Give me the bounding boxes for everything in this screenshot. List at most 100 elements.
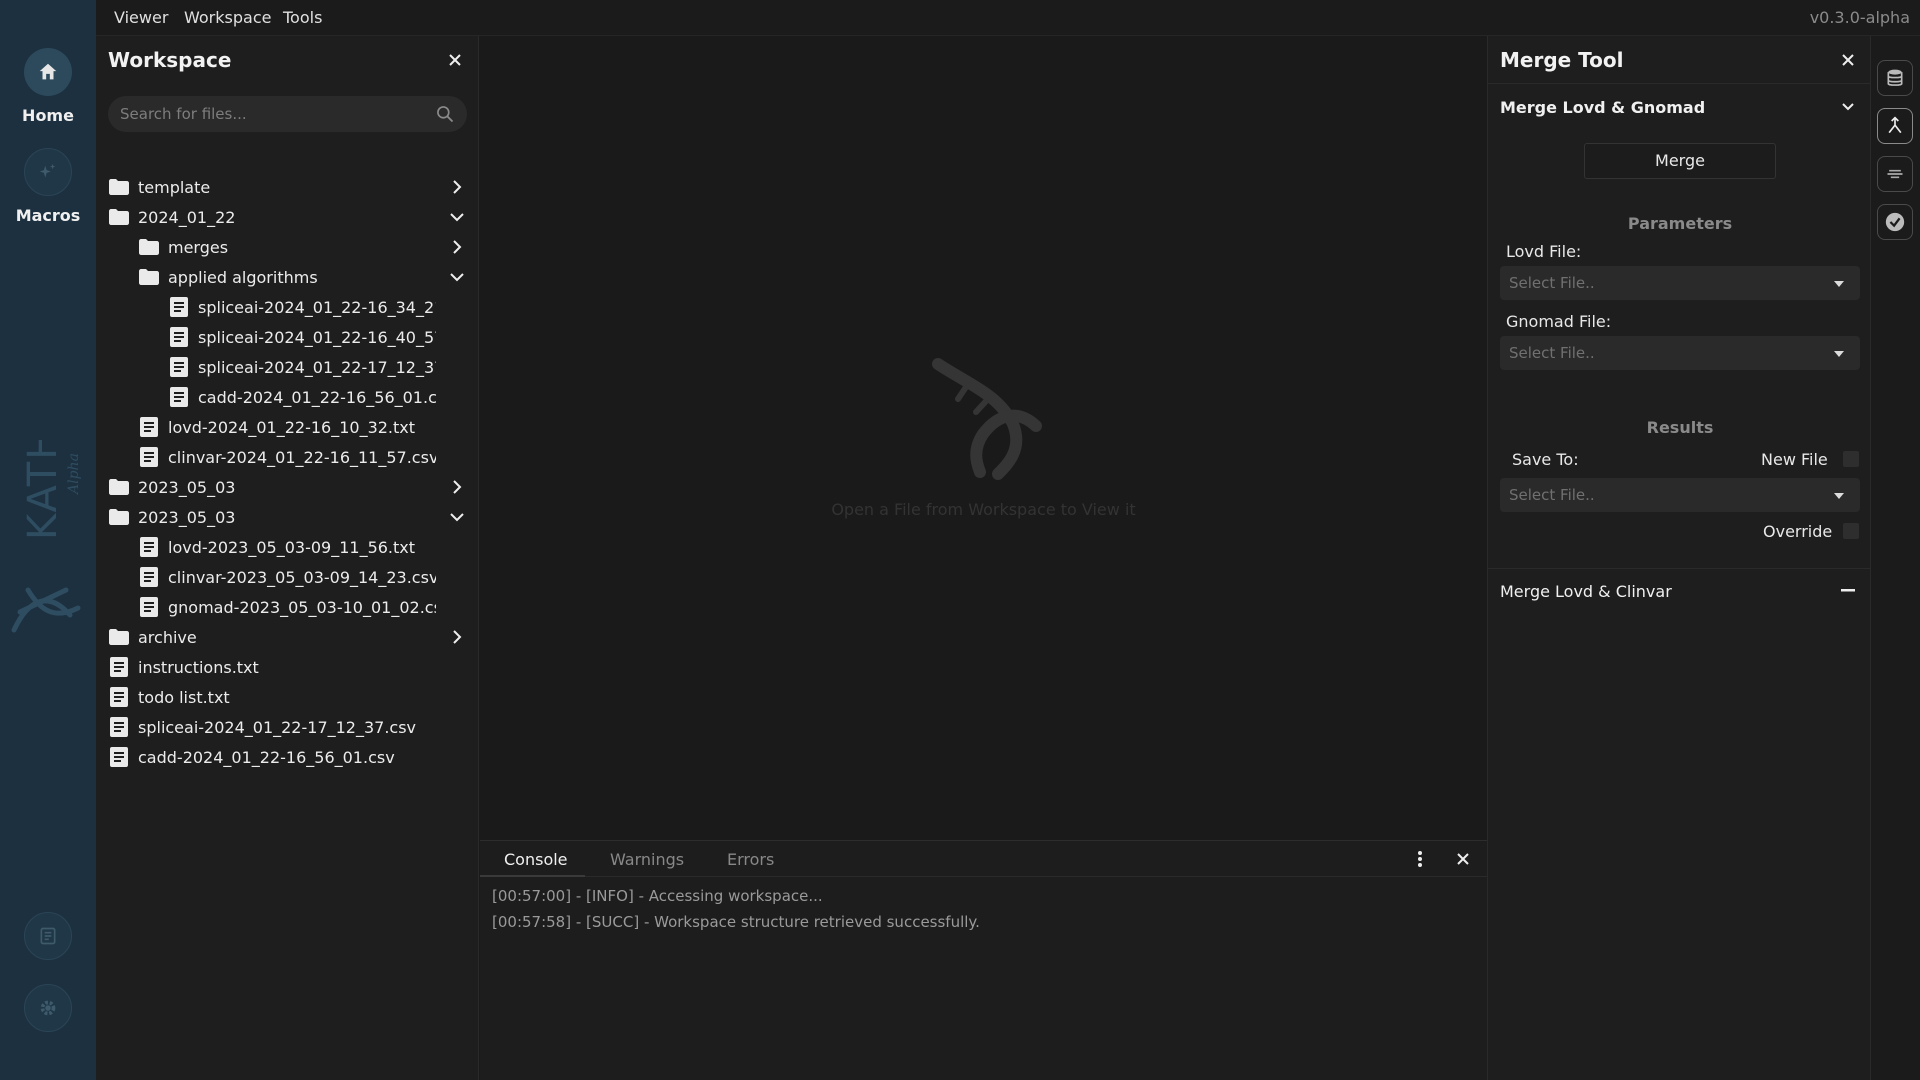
gear-icon xyxy=(40,1000,56,1016)
workspace-close-button[interactable] xyxy=(445,50,465,70)
tree-item-label: template xyxy=(138,177,211,197)
tree-file[interactable]: clinvar-2024_01_22-16_11_57.csv xyxy=(96,442,479,472)
tree-item-label: 2024_01_22 xyxy=(138,207,236,227)
tree-folder[interactable]: merges xyxy=(96,232,479,262)
tree-item-label: spliceai-2024_01_22-17_12_37.csv xyxy=(138,717,417,737)
file-viewer: Open a File from Workspace to View it xyxy=(480,36,1487,840)
section-merge-lovd-gnomad[interactable]: Merge Lovd & Gnomad xyxy=(1500,98,1705,117)
tool-dock xyxy=(1871,36,1920,1080)
search-icon[interactable] xyxy=(435,104,455,124)
new-file-label: New File xyxy=(1761,450,1828,469)
workspace-title: Workspace xyxy=(108,48,232,72)
tree-item-label: cadd-2024_01_22-16_56_01.csv xyxy=(138,747,395,767)
document-list-icon xyxy=(40,927,56,945)
database-icon xyxy=(1887,69,1903,86)
tree-item-label: gnomad-2023_05_03-10_01_02.csv xyxy=(168,597,436,617)
file-icon xyxy=(108,686,130,708)
close-icon xyxy=(449,54,461,66)
menu-bar: Viewer Workspace Tools v0.3.0-alpha xyxy=(96,0,1920,36)
folder-icon xyxy=(108,506,130,528)
tree-file[interactable]: instructions.txt xyxy=(96,652,479,682)
menu-workspace[interactable]: Workspace xyxy=(184,8,271,27)
search-input[interactable] xyxy=(108,96,418,132)
tree-file[interactable]: gnomad-2023_05_03-10_01_02.csv xyxy=(96,592,479,622)
chevron-right-icon[interactable] xyxy=(449,239,465,255)
merge-close-button[interactable] xyxy=(1838,50,1858,70)
dock-merge-button[interactable] xyxy=(1877,108,1913,144)
results-heading: Results xyxy=(1646,418,1714,437)
tree-file[interactable]: spliceai-2024_01_22-17_12_37.. xyxy=(96,352,479,382)
tree-folder[interactable]: 2023_05_03 xyxy=(96,472,479,502)
override-label: Override xyxy=(1763,522,1833,541)
tree-file[interactable]: lovd-2024_01_22-16_10_32.txt xyxy=(96,412,479,442)
more-vertical-icon[interactable] xyxy=(1417,850,1423,868)
file-search xyxy=(108,96,467,132)
tab-console[interactable]: Console xyxy=(504,850,568,869)
merge-button[interactable]: Merge xyxy=(1584,143,1776,179)
folder-icon xyxy=(108,626,130,648)
tree-folder[interactable]: 2023_05_03 xyxy=(96,502,479,532)
logs-button[interactable] xyxy=(24,912,72,960)
tree-item-label: lovd-2024_01_22-16_10_32.txt xyxy=(168,417,416,437)
merge-tool-title: Merge Tool xyxy=(1500,48,1624,72)
tree-item-label: 2023_05_03 xyxy=(138,507,236,527)
chevron-down-icon[interactable] xyxy=(1841,102,1855,112)
dock-verify-button[interactable] xyxy=(1877,204,1913,240)
merge-tool-panel: Merge Tool Merge Lovd & Gnomad Merge Par… xyxy=(1487,36,1872,1080)
save-file-value: Select File.. xyxy=(1509,486,1595,504)
chevron-down-icon[interactable] xyxy=(449,209,465,225)
tree-file[interactable]: spliceai-2024_01_22-16_34_21.. xyxy=(96,292,479,322)
dock-database-button[interactable] xyxy=(1877,60,1913,96)
chevron-down-icon[interactable] xyxy=(449,509,465,525)
divider xyxy=(1488,568,1872,569)
minus-icon[interactable] xyxy=(1841,589,1855,593)
tree-file[interactable]: todo list.txt xyxy=(96,682,479,712)
tree-item-label: spliceai-2024_01_22-16_40_57.. xyxy=(198,327,436,347)
settings-button[interactable] xyxy=(24,984,72,1032)
tree-item-label: 2023_05_03 xyxy=(138,477,236,497)
menu-tools[interactable]: Tools xyxy=(283,8,322,27)
dock-align-button[interactable] xyxy=(1877,156,1913,192)
active-tab-indicator xyxy=(480,875,585,877)
tree-folder[interactable]: applied algorithms xyxy=(96,262,479,292)
app-rail: Home Macros KATH Alpha xyxy=(0,0,96,1080)
tab-warnings[interactable]: Warnings xyxy=(610,850,684,869)
chevron-right-icon[interactable] xyxy=(449,479,465,495)
menu-viewer[interactable]: Viewer xyxy=(114,8,168,27)
tree-folder[interactable]: template xyxy=(96,172,479,202)
tree-item-label: applied algorithms xyxy=(168,267,318,287)
file-icon xyxy=(108,656,130,678)
override-checkbox[interactable] xyxy=(1843,523,1859,539)
macros-button[interactable] xyxy=(24,148,72,196)
tree-item-label: spliceai-2024_01_22-17_12_37.. xyxy=(198,357,436,377)
tree-folder[interactable]: 2024_01_22 xyxy=(96,202,479,232)
align-center-icon xyxy=(1887,169,1903,179)
home-button[interactable] xyxy=(24,48,72,96)
new-file-checkbox[interactable] xyxy=(1843,451,1859,467)
chevron-right-icon[interactable] xyxy=(449,179,465,195)
save-file-select[interactable]: Select File.. xyxy=(1500,478,1860,512)
tree-file[interactable]: cadd-2024_01_22-16_56_01.csv xyxy=(96,382,479,412)
chevron-down-icon[interactable] xyxy=(449,269,465,285)
tree-item-label: spliceai-2024_01_22-16_34_21.. xyxy=(198,297,436,317)
tree-file[interactable]: spliceai-2024_01_22-16_40_57.. xyxy=(96,322,479,352)
tree-file[interactable]: spliceai-2024_01_22-17_12_37.csv xyxy=(96,712,479,742)
empty-viewer-hint: Open a File from Workspace to View it xyxy=(831,500,1136,519)
tab-errors[interactable]: Errors xyxy=(727,850,774,869)
tree-file[interactable]: cadd-2024_01_22-16_56_01.csv xyxy=(96,742,479,772)
tree-file[interactable]: lovd-2023_05_03-09_11_56.txt xyxy=(96,532,479,562)
tree-folder[interactable]: archive xyxy=(96,622,479,652)
tree-file[interactable]: clinvar-2023_05_03-09_14_23.csv xyxy=(96,562,479,592)
log-line: [00:57:00] - [INFO] - Accessing workspac… xyxy=(492,887,823,905)
folder-icon xyxy=(138,236,160,258)
section-merge-lovd-clinvar[interactable]: Merge Lovd & Clinvar xyxy=(1500,582,1672,601)
lovd-file-select[interactable]: Select File.. xyxy=(1500,266,1860,300)
close-icon xyxy=(1842,54,1854,66)
folder-icon xyxy=(108,176,130,198)
chevron-right-icon[interactable] xyxy=(449,629,465,645)
gnomad-file-select[interactable]: Select File.. xyxy=(1500,336,1860,370)
console-close-icon[interactable] xyxy=(1457,853,1469,865)
tree-item-label: lovd-2023_05_03-09_11_56.txt xyxy=(168,537,416,557)
lovd-file-label: Lovd File: xyxy=(1506,242,1582,261)
gnomad-file-value: Select File.. xyxy=(1509,344,1595,362)
